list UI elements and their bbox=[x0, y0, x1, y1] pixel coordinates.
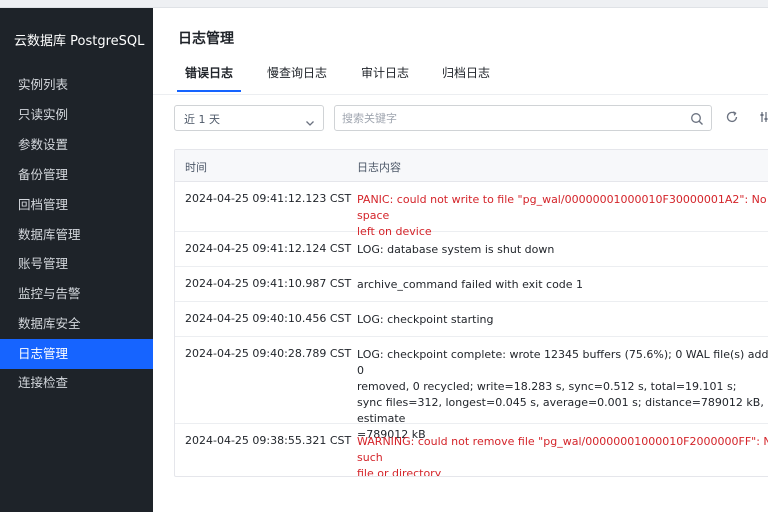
table-row[interactable]: 2024-04-25 09:40:28.789 CST LOG: checkpo… bbox=[175, 337, 768, 441]
sidebar-item-connection-check[interactable]: 连接检查 bbox=[0, 368, 153, 398]
active-tab-indicator bbox=[177, 90, 241, 92]
log-message: LOG: database system is shut down bbox=[357, 243, 555, 256]
time-range-select[interactable]: 近 1 天 bbox=[174, 105, 324, 131]
page-title: 日志管理 bbox=[178, 31, 234, 47]
sidebar-item-parameters[interactable]: 参数设置 bbox=[0, 130, 153, 160]
refresh-icon[interactable] bbox=[725, 109, 739, 128]
tab-archive-log[interactable]: 归档日志 bbox=[442, 64, 490, 81]
log-time: 2024-04-25 09:41:10.987 CST bbox=[185, 277, 352, 290]
table-header: 时间 日志内容 bbox=[175, 150, 768, 182]
table-row[interactable]: 2024-04-25 09:41:10.987 CST archive_comm… bbox=[175, 267, 768, 302]
sidebar-item-accounts[interactable]: 账号管理 bbox=[0, 249, 153, 279]
sidebar-item-rollback[interactable]: 回档管理 bbox=[0, 190, 153, 220]
log-time: 2024-04-25 09:38:55.321 CST bbox=[185, 434, 352, 447]
log-time: 2024-04-25 09:41:12.123 CST bbox=[185, 192, 352, 205]
column-header-content: 日志内容 bbox=[357, 161, 401, 174]
search-box bbox=[334, 105, 712, 131]
main-panel: 日志管理 错误日志 慢查询日志 审计日志 归档日志 近 1 天 时间 日志内容 … bbox=[153, 8, 768, 512]
sidebar-item-monitoring[interactable]: 监控与告警 bbox=[0, 279, 153, 309]
sidebar-item-backup[interactable]: 备份管理 bbox=[0, 160, 153, 190]
sidebar-item-read-only-instances[interactable]: 只读实例 bbox=[0, 100, 153, 130]
log-time: 2024-04-25 09:40:28.789 CST bbox=[185, 347, 352, 360]
tab-divider bbox=[153, 94, 768, 95]
log-table: 时间 日志内容 2024-04-25 09:41:12.123 CST PANI… bbox=[174, 149, 768, 477]
search-input[interactable] bbox=[335, 106, 680, 130]
chevron-down-icon bbox=[305, 113, 315, 132]
time-range-value: 近 1 天 bbox=[184, 113, 220, 126]
table-row[interactable]: 2024-04-25 09:41:12.124 CST LOG: databas… bbox=[175, 232, 768, 267]
log-time: 2024-04-25 09:41:12.124 CST bbox=[185, 242, 352, 255]
tab-audit-log[interactable]: 审计日志 bbox=[361, 64, 409, 81]
sidebar-item-instance-list[interactable]: 实例列表 bbox=[0, 70, 153, 100]
sidebar-item-security[interactable]: 数据库安全 bbox=[0, 309, 153, 339]
tab-error-log[interactable]: 错误日志 bbox=[185, 64, 233, 81]
log-message: archive_command failed with exit code 1 bbox=[357, 278, 584, 291]
table-row[interactable]: 2024-04-25 09:40:10.456 CST LOG: checkpo… bbox=[175, 302, 768, 337]
table-row[interactable]: 2024-04-25 09:38:55.321 CST WARNING: cou… bbox=[175, 424, 768, 477]
top-strip bbox=[0, 0, 768, 8]
log-time: 2024-04-25 09:40:10.456 CST bbox=[185, 312, 352, 325]
column-header-time: 时间 bbox=[185, 161, 207, 174]
log-message: WARNING: could not remove file "pg_wal/0… bbox=[357, 435, 768, 477]
sidebar-item-logs[interactable]: 日志管理 bbox=[0, 339, 153, 369]
sidebar-item-databases[interactable]: 数据库管理 bbox=[0, 220, 153, 250]
table-row[interactable]: 2024-04-25 09:41:12.123 CST PANIC: could… bbox=[175, 182, 768, 238]
settings-icon[interactable] bbox=[760, 109, 768, 128]
tab-slow-query-log[interactable]: 慢查询日志 bbox=[267, 64, 327, 81]
brand-title: 云数据库 PostgreSQL bbox=[14, 34, 145, 49]
search-icon[interactable] bbox=[690, 111, 704, 130]
log-message: LOG: checkpoint starting bbox=[357, 313, 494, 326]
sidebar: 云数据库 PostgreSQL 实例列表 只读实例 参数设置 备份管理 回档管理… bbox=[0, 8, 153, 512]
